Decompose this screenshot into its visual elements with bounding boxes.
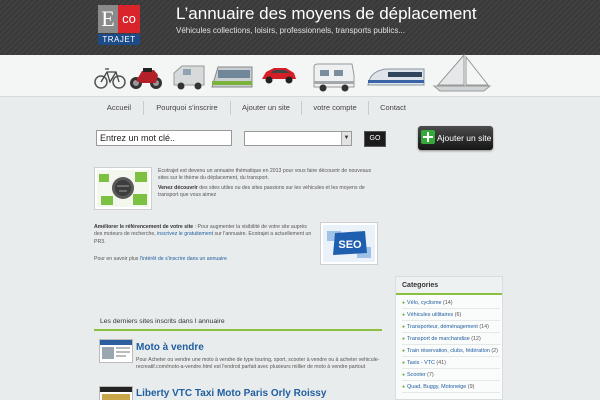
nav-item-contact[interactable]: Contact	[369, 97, 417, 119]
intro-paragraph-3: Améliorer le référencement de votre site…	[94, 224, 316, 246]
bicycle-icon	[94, 68, 126, 89]
nav-item-votre-compte[interactable]: votre compte	[302, 97, 368, 119]
category-count: (12)	[471, 336, 481, 342]
bullet-icon: ●	[402, 348, 406, 354]
category-name: Taxis - VTC	[407, 360, 435, 366]
tram-icon	[211, 66, 253, 88]
site-description: Pour Acheter ou vendre une moto à vendre…	[136, 357, 380, 370]
category-item[interactable]: ● Scooter (7)	[402, 369, 500, 381]
main-nav: Accueil Pourquoi s'inscrire Ajouter un s…	[95, 97, 505, 119]
intro-paragraph-4: Pour en savoir plus l'intérêt de s'inscr…	[94, 256, 316, 263]
bullet-icon: ●	[402, 300, 406, 306]
nav-item-accueil[interactable]: Accueil	[95, 97, 143, 119]
categories-header: Categories	[396, 277, 502, 295]
puzzle-globe-icon	[97, 170, 149, 207]
intro-paragraph-2: Venez découvrir des sites utiles ou des …	[158, 185, 382, 200]
categories-box: Categories ● Vélo, cyclisme (14) ● Véhicul…	[395, 276, 503, 400]
category-name: Quad, Buggy, Motoneige	[407, 384, 467, 390]
site-thumbnail[interactable]	[99, 339, 133, 363]
sailboat-icon	[432, 53, 492, 92]
logo-co: co	[118, 5, 140, 33]
bullet-icon: ●	[402, 384, 406, 390]
sports-car-icon	[262, 68, 296, 84]
vehicles-banner	[0, 53, 600, 97]
logo-trajet: TRAJET	[98, 34, 140, 45]
category-name: Scooter	[407, 372, 426, 378]
bullet-icon: ●	[402, 312, 406, 318]
category-item[interactable]: ● Taxis - VTC (41)	[402, 357, 500, 369]
bullet-icon: ●	[402, 372, 406, 378]
camper-icon	[313, 63, 355, 92]
category-select[interactable]: ▼	[244, 131, 352, 146]
bullet-icon: ●	[402, 324, 406, 330]
category-name: Transporteur, déménagement	[407, 324, 478, 330]
add-site-button[interactable]: Ajouter un site	[418, 126, 493, 150]
plus-icon	[421, 130, 435, 144]
category-name: Transport de marchandise	[407, 336, 470, 342]
site-header: E co TRAJET L’annuaire des moyens de dép…	[0, 0, 600, 55]
bullet-icon: ●	[402, 336, 406, 342]
intro-p2-bold: Venez découvrir	[158, 185, 198, 191]
category-name: Véhicules utilitaires	[407, 312, 454, 318]
category-item[interactable]: ● Véhicules utilitaires (6)	[402, 309, 500, 321]
site-title-link[interactable]: Liberty VTC Taxi Moto Paris Orly Roissy	[136, 388, 326, 399]
van-icon	[173, 65, 205, 90]
category-count: (9)	[467, 384, 475, 390]
site-tagline: Véhicules collections, loisirs, professi…	[176, 26, 405, 35]
category-name: Train réservation, clubs, fédération	[407, 348, 490, 354]
why-register-link[interactable]: l'intérêt de s'inscrire dans un annuaire	[140, 256, 227, 262]
category-item[interactable]: ● Transport de marchandise (12)	[402, 333, 500, 345]
bullet-icon: ●	[402, 360, 406, 366]
site-logo[interactable]: E co TRAJET	[98, 5, 142, 45]
search-input[interactable]	[96, 130, 232, 146]
nav-item-pourquoi-s-inscrire[interactable]: Pourquoi s'inscrire	[144, 97, 230, 119]
category-name: Vélo, cyclisme	[407, 300, 442, 306]
latest-sites-header: Les derniers sites inscrits dans l annua…	[94, 315, 382, 331]
nav-item-ajouter-un-site[interactable]: Ajouter un site	[231, 97, 301, 119]
intro-paragraph-1: Ecotrajet est devenu un annuaire thémati…	[158, 168, 372, 182]
category-item[interactable]: ● Transporteur, déménagement (14)	[402, 321, 500, 333]
site-screenshot-icon	[100, 340, 132, 359]
motorcycle-icon	[130, 68, 162, 89]
chevron-down-icon: ▼	[341, 132, 351, 145]
site-thumbnail[interactable]	[99, 386, 133, 400]
category-item[interactable]: ● Vélo, cyclisme (14)	[402, 297, 500, 309]
category-count: (2)	[491, 348, 498, 354]
seo-image: SEO	[320, 222, 378, 265]
register-free-link[interactable]: inscrivez le gratuitement	[157, 231, 213, 237]
add-site-label: Ajouter un site	[437, 133, 492, 143]
train-icon	[367, 68, 425, 86]
category-count: (14)	[479, 324, 489, 330]
seo-text: SEO	[338, 239, 362, 251]
logo-e: E	[98, 5, 118, 33]
category-count: (6)	[454, 312, 462, 318]
go-button[interactable]: GO	[364, 131, 386, 147]
intro-p4-text: Pour en savoir plus	[94, 256, 140, 262]
site-title: L’annuaire des moyens de déplacement	[176, 4, 477, 23]
site-title-link[interactable]: Moto à vendre	[136, 342, 204, 353]
site-screenshot-icon	[100, 387, 132, 400]
category-count: (7)	[427, 372, 434, 378]
category-item[interactable]: ● Quad, Buggy, Motoneige (9)	[402, 381, 500, 393]
category-item[interactable]: ● Train réservation, clubs, fédération (2…	[402, 345, 500, 357]
category-count: (14)	[442, 300, 453, 306]
intro-p3-bold: Améliorer le référencement de votre site	[94, 224, 194, 230]
seo-puzzle-icon: SEO	[323, 225, 375, 262]
puzzle-image	[94, 167, 152, 210]
category-count: (41)	[436, 360, 446, 366]
